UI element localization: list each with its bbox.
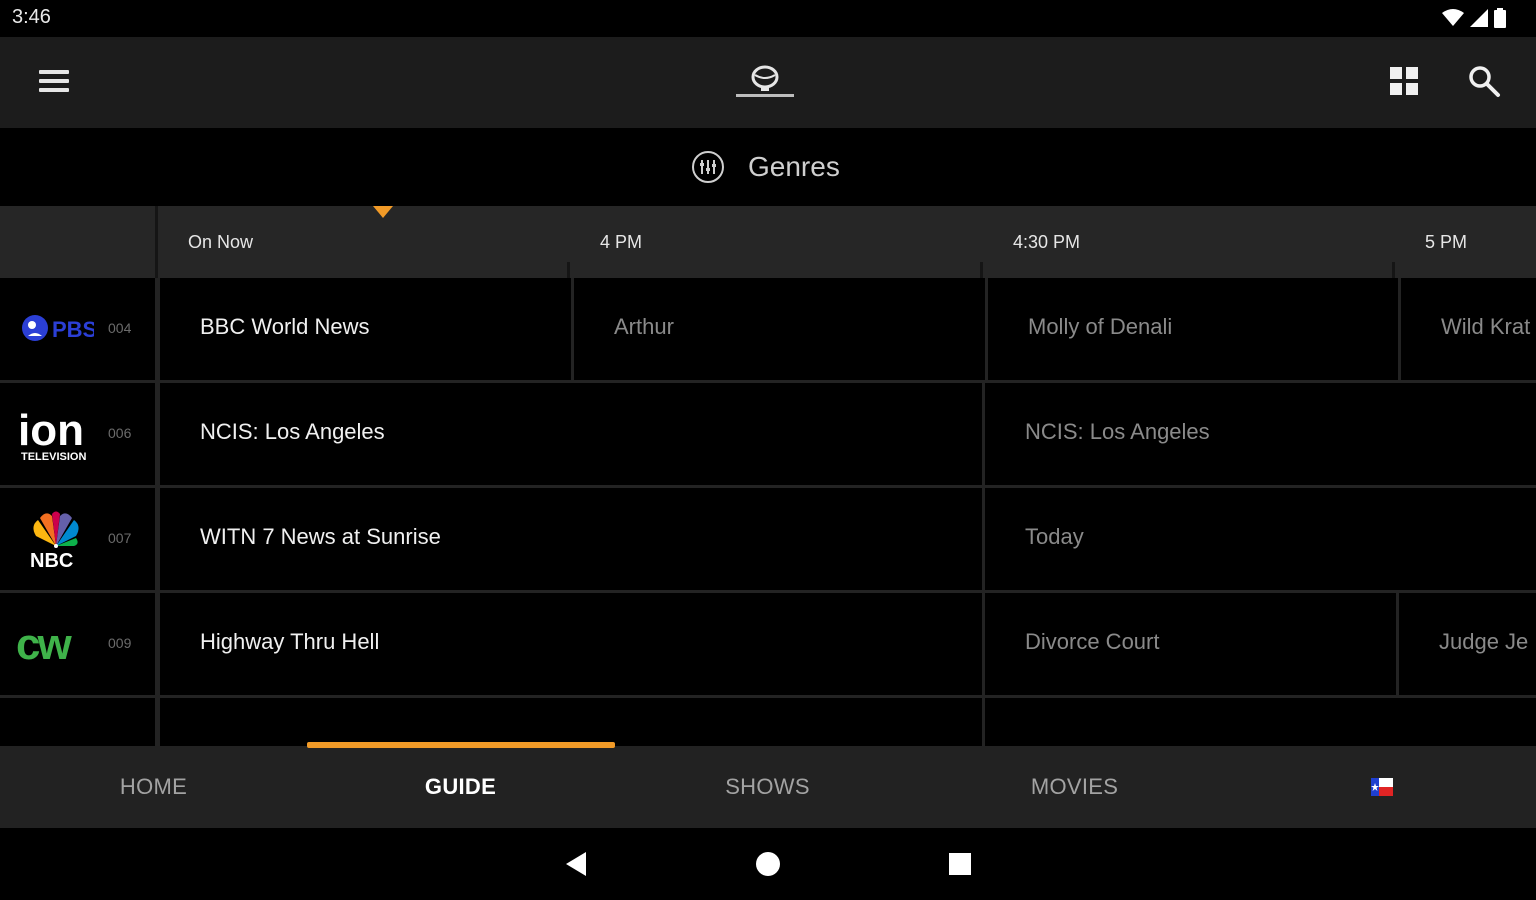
channel-cell-ion[interactable]: ion TELEVISION 006 xyxy=(0,383,158,485)
program-title: Wild Krat xyxy=(1441,314,1531,339)
nbc-peacock-logo: NBC xyxy=(30,511,79,570)
program-cell[interactable]: BBC World News xyxy=(157,278,571,380)
genres-filter-icon xyxy=(692,151,724,183)
svg-text:TELEVISION: TELEVISION xyxy=(21,451,86,463)
program-cell[interactable]: Molly of Denali xyxy=(985,278,1398,380)
cell-signal-icon xyxy=(1470,9,1488,27)
battery-icon xyxy=(1494,8,1506,28)
program-title: Molly of Denali xyxy=(1028,314,1173,339)
pbs-logo: PBS xyxy=(22,315,94,342)
program-title: BBC World News xyxy=(200,314,370,339)
antenna-app-logo[interactable] xyxy=(733,61,797,105)
channel-number: 006 xyxy=(108,425,132,441)
time-slot-on-now: On Now xyxy=(188,232,254,252)
program-cell[interactable]: Divorce Court xyxy=(982,593,1398,695)
svg-text:NBC: NBC xyxy=(30,550,73,570)
channel-number: 009 xyxy=(108,635,132,651)
nav-guide[interactable]: GUIDE xyxy=(307,746,614,828)
program-title: WITN 7 News at Sunrise xyxy=(200,524,441,549)
system-nav-bar xyxy=(0,828,1536,900)
status-icons xyxy=(1442,7,1506,29)
bottom-nav: HOME GUIDE SHOWS MOVIES xyxy=(0,746,1536,828)
texas-flag-icon xyxy=(1371,778,1393,796)
cw-logo: cw xyxy=(16,625,75,665)
genres-label: Genres xyxy=(748,151,840,182)
guide-row-nbc: NBC 007 WITN 7 News at Sunrise Today xyxy=(0,488,1536,590)
time-header: On Now 4 PM 4:30 PM 5 PM xyxy=(0,206,1536,278)
program-title: Today xyxy=(1025,524,1084,549)
wifi-icon xyxy=(1442,9,1464,26)
back-icon[interactable] xyxy=(560,848,592,880)
app-bar xyxy=(0,37,1536,128)
svg-text:PBS: PBS xyxy=(52,317,94,342)
time-slot-4pm: 4 PM xyxy=(600,232,643,252)
program-title: NCIS: Los Angeles xyxy=(200,419,385,444)
search-icon[interactable] xyxy=(1462,59,1506,103)
guide-row-partial xyxy=(0,698,1536,746)
genres-button[interactable]: Genres xyxy=(690,146,840,188)
time-tick xyxy=(567,262,570,278)
hamburger-menu-icon[interactable] xyxy=(30,61,78,101)
program-title: Arthur xyxy=(614,314,674,339)
recents-icon[interactable] xyxy=(944,848,976,880)
guide-tab-indicator xyxy=(307,742,615,748)
status-bar: 3:46 xyxy=(0,0,1536,37)
channel-cell-nbc[interactable]: NBC 007 xyxy=(0,488,158,590)
program-cell[interactable] xyxy=(982,698,1536,746)
guide-row-ion: ion TELEVISION 006 NCIS: Los Angeles NCI… xyxy=(0,383,1536,485)
channel-cell-pbs[interactable]: PBS 004 xyxy=(0,278,158,380)
program-title: Judge Je xyxy=(1439,629,1529,654)
grid-view-icon[interactable] xyxy=(1382,59,1426,103)
ion-logo: ion TELEVISION xyxy=(18,407,86,463)
svg-text:ion: ion xyxy=(18,407,84,455)
program-cell[interactable]: Arthur xyxy=(571,278,985,380)
program-cell[interactable]: WITN 7 News at Sunrise xyxy=(157,488,984,590)
nav-movies[interactable]: MOVIES xyxy=(921,746,1228,828)
time-tick xyxy=(1392,262,1395,278)
svg-text:cw: cw xyxy=(16,625,72,665)
home-icon[interactable] xyxy=(752,848,784,880)
guide-row-pbs: PBS 004 BBC World News Arthur Molly of D… xyxy=(0,278,1536,380)
now-marker-icon xyxy=(373,206,393,218)
channel-number: 007 xyxy=(108,530,132,546)
nav-shows[interactable]: SHOWS xyxy=(614,746,921,828)
program-cell[interactable] xyxy=(157,698,984,746)
program-title: Highway Thru Hell xyxy=(200,629,380,654)
nav-location[interactable] xyxy=(1228,746,1536,828)
program-title: Divorce Court xyxy=(1025,629,1160,654)
program-cell[interactable]: NCIS: Los Angeles xyxy=(157,383,984,485)
status-time: 3:46 xyxy=(12,6,51,28)
guide-row-cw: cw 009 Highway Thru Hell Divorce Court J… xyxy=(0,593,1536,695)
genres-bar: Genres xyxy=(0,128,1536,206)
channel-number: 004 xyxy=(108,320,132,336)
program-cell[interactable]: Wild Krat xyxy=(1398,278,1536,380)
program-cell[interactable]: NCIS: Los Angeles xyxy=(982,383,1536,485)
channel-cell-partial[interactable] xyxy=(0,698,158,746)
time-slot-5pm: 5 PM xyxy=(1425,232,1468,252)
time-tick xyxy=(980,262,983,278)
program-title: NCIS: Los Angeles xyxy=(1025,419,1210,444)
nav-home[interactable]: HOME xyxy=(0,746,307,828)
channel-cell-cw[interactable]: cw 009 xyxy=(0,593,158,695)
time-slot-430pm: 4:30 PM xyxy=(1013,232,1081,252)
program-cell[interactable]: Judge Je xyxy=(1396,593,1536,695)
program-cell[interactable]: Highway Thru Hell xyxy=(157,593,984,695)
time-header-corner xyxy=(0,206,158,278)
program-cell[interactable]: Today xyxy=(982,488,1536,590)
